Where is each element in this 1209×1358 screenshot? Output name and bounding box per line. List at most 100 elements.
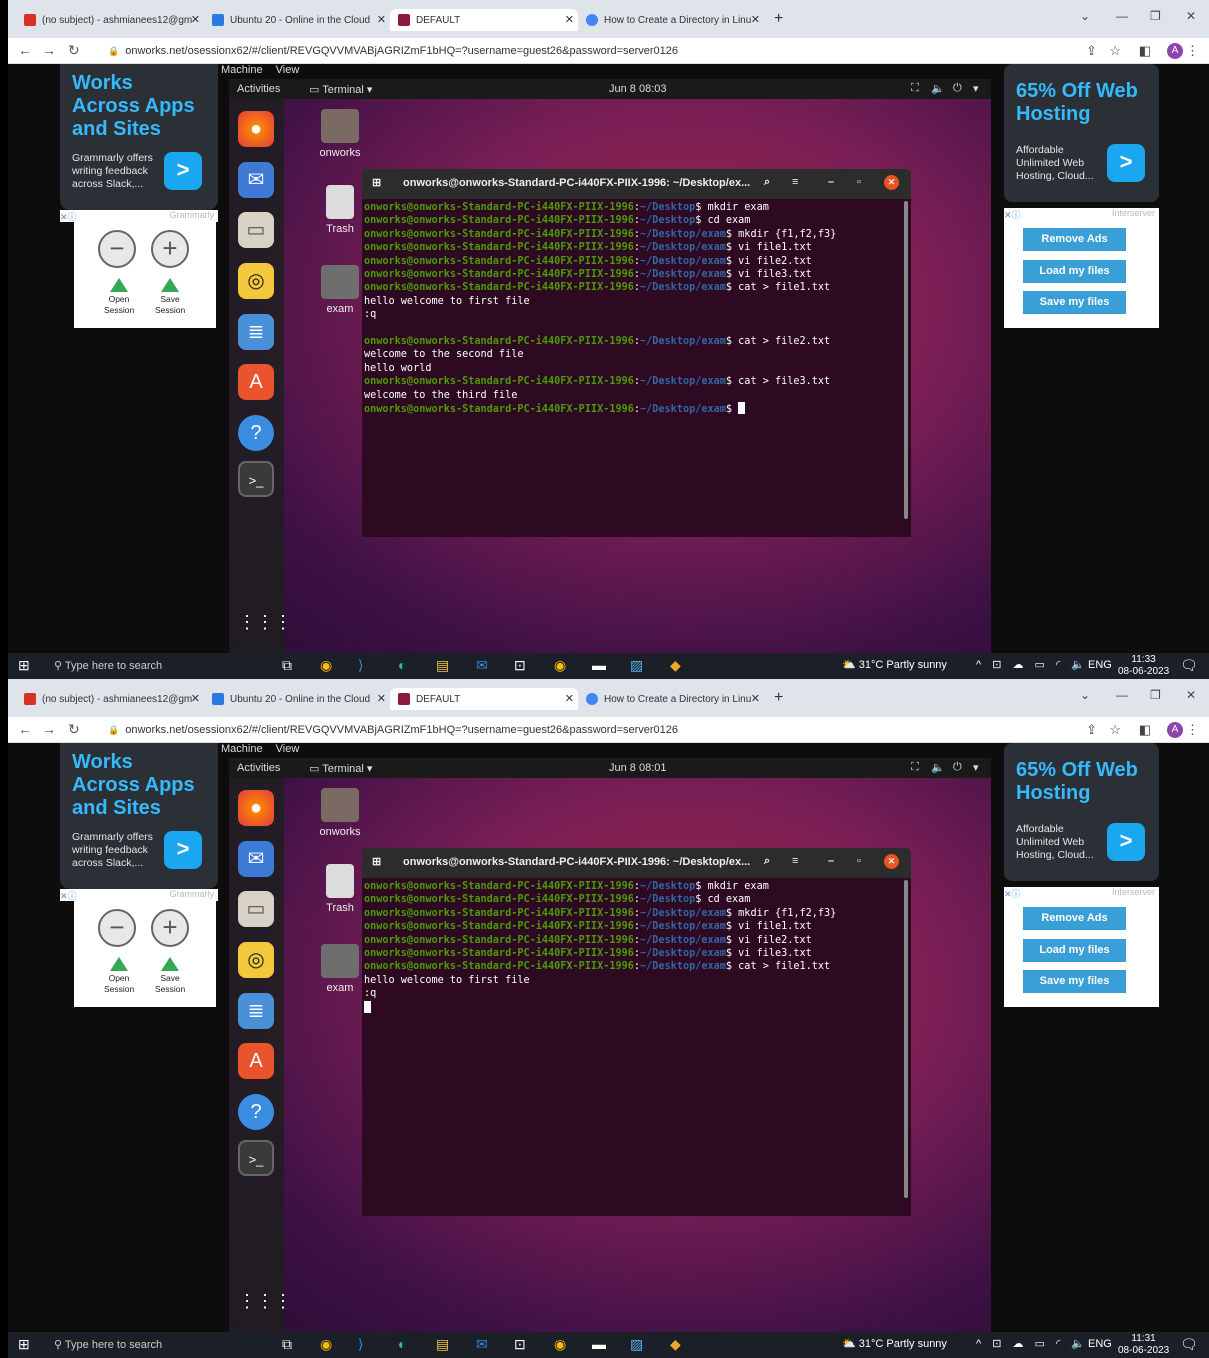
scrollbar[interactable] [904, 201, 908, 519]
new-tab-icon[interactable]: ⊞ [372, 176, 381, 189]
zoom-in-button[interactable]: + [151, 230, 189, 268]
chrome-active-icon[interactable]: ◉ [554, 657, 566, 674]
chrome-icon[interactable]: ◉ [320, 1336, 332, 1353]
edge-icon[interactable]: ◐ [398, 657, 406, 673]
thunderbird-icon[interactable]: ✉ [238, 841, 274, 877]
close-icon[interactable]: ✕ [884, 854, 899, 869]
activities-button[interactable]: Activities [237, 83, 280, 95]
reload-icon[interactable]: ↻ [68, 721, 80, 738]
minimize-icon[interactable]: — [1116, 688, 1128, 702]
ad-right[interactable]: 65% Off Web Hosting Affordable Unlimited… [1004, 64, 1159, 202]
terminal-icon[interactable]: >_ [238, 1140, 274, 1176]
close-tab-icon[interactable]: ✕ [191, 692, 200, 705]
vscode-icon[interactable]: ⟩ [358, 657, 363, 674]
star-icon[interactable]: ☆ [1109, 722, 1121, 738]
terminal-app-icon[interactable]: ▬ [592, 657, 606, 673]
save-files-button[interactable]: Save my files [1023, 970, 1126, 993]
task-view-icon[interactable]: ⧉ [282, 657, 292, 674]
close-tab-icon[interactable]: ✕ [565, 13, 574, 26]
close-tab-icon[interactable]: ✕ [751, 13, 760, 26]
task-view-icon[interactable]: ⧉ [282, 1336, 292, 1353]
files-icon[interactable]: ▭ [238, 212, 274, 248]
ad-chevron-button[interactable]: > [164, 152, 202, 190]
rhythmbox-icon[interactable]: ◎ [238, 942, 274, 978]
explorer-icon[interactable]: ▤ [436, 657, 449, 674]
minimize-icon[interactable]: — [1116, 9, 1128, 23]
chrome-icon[interactable]: ◉ [320, 657, 332, 674]
sidepanel-icon[interactable]: ◧ [1139, 43, 1151, 59]
firefox-icon[interactable]: ● [238, 790, 274, 826]
back-icon[interactable]: ← [18, 42, 32, 58]
avatar[interactable]: A [1167, 722, 1183, 738]
scrollbar[interactable] [904, 880, 908, 1198]
save-session-button[interactable]: Save Session [155, 957, 185, 995]
files-icon[interactable]: ▭ [238, 891, 274, 927]
tab-search-icon[interactable]: ⌄ [1080, 9, 1090, 23]
back-icon[interactable]: ← [18, 721, 32, 737]
remove-ads-button[interactable]: Remove Ads [1023, 228, 1126, 251]
tab-gmail[interactable]: (no subject) - ashmianees12@gm ✕ [16, 688, 204, 710]
app-menu[interactable]: ▭ Terminal ▾ [309, 83, 372, 96]
menu-icon[interactable]: ⋮ [1186, 43, 1199, 59]
close-window-icon[interactable]: ✕ [1186, 688, 1196, 702]
forward-icon[interactable]: → [42, 721, 56, 737]
software-icon[interactable]: A [238, 1043, 274, 1079]
remove-ads-button[interactable]: Remove Ads [1023, 907, 1126, 930]
network-icon[interactable]: ⛶ [911, 761, 919, 774]
tab-gmail[interactable]: (no subject) - ashmianees12@gm ✕ [16, 9, 204, 31]
url-field[interactable]: 🔒 onworks.net/osessionx62/#/client/REVGQV… [108, 724, 678, 736]
explorer-icon[interactable]: ▤ [436, 1336, 449, 1353]
new-tab-button[interactable]: + [774, 689, 783, 707]
minimize-icon[interactable]: – [828, 855, 834, 867]
menu-machine[interactable]: Machine [221, 64, 263, 76]
app-icon[interactable]: ◆ [670, 1336, 681, 1353]
gnome-clock[interactable]: Jun 8 08:03 [609, 83, 667, 95]
search-icon[interactable]: ⌕ [764, 176, 770, 189]
terminal-window[interactable]: ⊞ onworks@onworks-Standard-PC-i440FX-PII… [362, 848, 911, 1216]
forward-icon[interactable]: → [42, 42, 56, 58]
maximize-icon[interactable]: ▫ [857, 855, 861, 867]
ad-chevron-button[interactable]: > [1107, 144, 1145, 182]
tray-icons[interactable]: ^ ⊡ ☁ ▭ ◜ 🔈 [976, 1337, 1089, 1350]
ad-chevron-button[interactable]: > [1107, 823, 1145, 861]
language-indicator[interactable]: ENG [1088, 659, 1112, 671]
volume-icon[interactable]: 🔈 [931, 82, 945, 95]
sidepanel-icon[interactable]: ◧ [1139, 722, 1151, 738]
tray-icons[interactable]: ^ ⊡ ☁ ▭ ◜ 🔈 [976, 658, 1089, 671]
menu-view[interactable]: View [276, 64, 300, 76]
star-icon[interactable]: ☆ [1109, 43, 1121, 59]
taskbar-clock[interactable]: 11:33 08-06-2023 [1118, 654, 1169, 678]
reload-icon[interactable]: ↻ [68, 42, 80, 59]
ad-left[interactable]: Works Across Apps and Sites Grammarly of… [60, 743, 218, 889]
close-tab-icon[interactable]: ✕ [751, 692, 760, 705]
open-session-button[interactable]: Open Session [104, 278, 134, 316]
store-icon[interactable]: ⊡ [514, 1336, 526, 1353]
open-session-button[interactable]: Open Session [104, 957, 134, 995]
tab-howto[interactable]: How to Create a Directory in Linu ✕ [578, 688, 764, 710]
weather-widget[interactable]: ⛅ 31°C Partly sunny [842, 658, 947, 671]
terminal-titlebar[interactable]: ⊞ onworks@onworks-Standard-PC-i440FX-PII… [362, 169, 911, 199]
system-menu-chevron-icon[interactable]: ▾ [973, 82, 979, 95]
terminal-output[interactable]: onworks@onworks-Standard-PC-i440FX-PIIX-… [364, 880, 836, 1015]
save-session-button[interactable]: Save Session [155, 278, 185, 316]
maximize-icon[interactable]: ▫ [857, 176, 861, 188]
app-icon[interactable]: ◆ [670, 657, 681, 674]
avatar[interactable]: A [1167, 43, 1183, 59]
chrome-active-icon[interactable]: ◉ [554, 1336, 566, 1353]
taskbar-search[interactable]: ⚲ Type here to search [54, 1338, 162, 1351]
language-indicator[interactable]: ENG [1088, 1338, 1112, 1350]
desktop-icon-onworks[interactable]: onworks [309, 109, 371, 159]
terminal-window[interactable]: ⊞ onworks@onworks-Standard-PC-i440FX-PII… [362, 169, 911, 537]
volume-icon[interactable]: 🔈 [931, 761, 945, 774]
notifications-icon[interactable]: 🗨 [1180, 657, 1198, 674]
network-icon[interactable]: ⛶ [911, 82, 919, 95]
zoom-out-button[interactable]: − [98, 230, 136, 268]
load-files-button[interactable]: Load my files [1023, 260, 1126, 283]
zoom-out-button[interactable]: − [98, 909, 136, 947]
show-apps-icon[interactable]: ⋮⋮⋮ [238, 604, 292, 640]
system-menu-chevron-icon[interactable]: ▾ [973, 761, 979, 774]
close-icon[interactable]: ✕ [884, 175, 899, 190]
adchoices-icon[interactable]: ✕ⓘ [1004, 210, 1021, 220]
close-window-icon[interactable]: ✕ [1186, 9, 1196, 23]
share-icon[interactable]: ⇪ [1086, 722, 1097, 738]
